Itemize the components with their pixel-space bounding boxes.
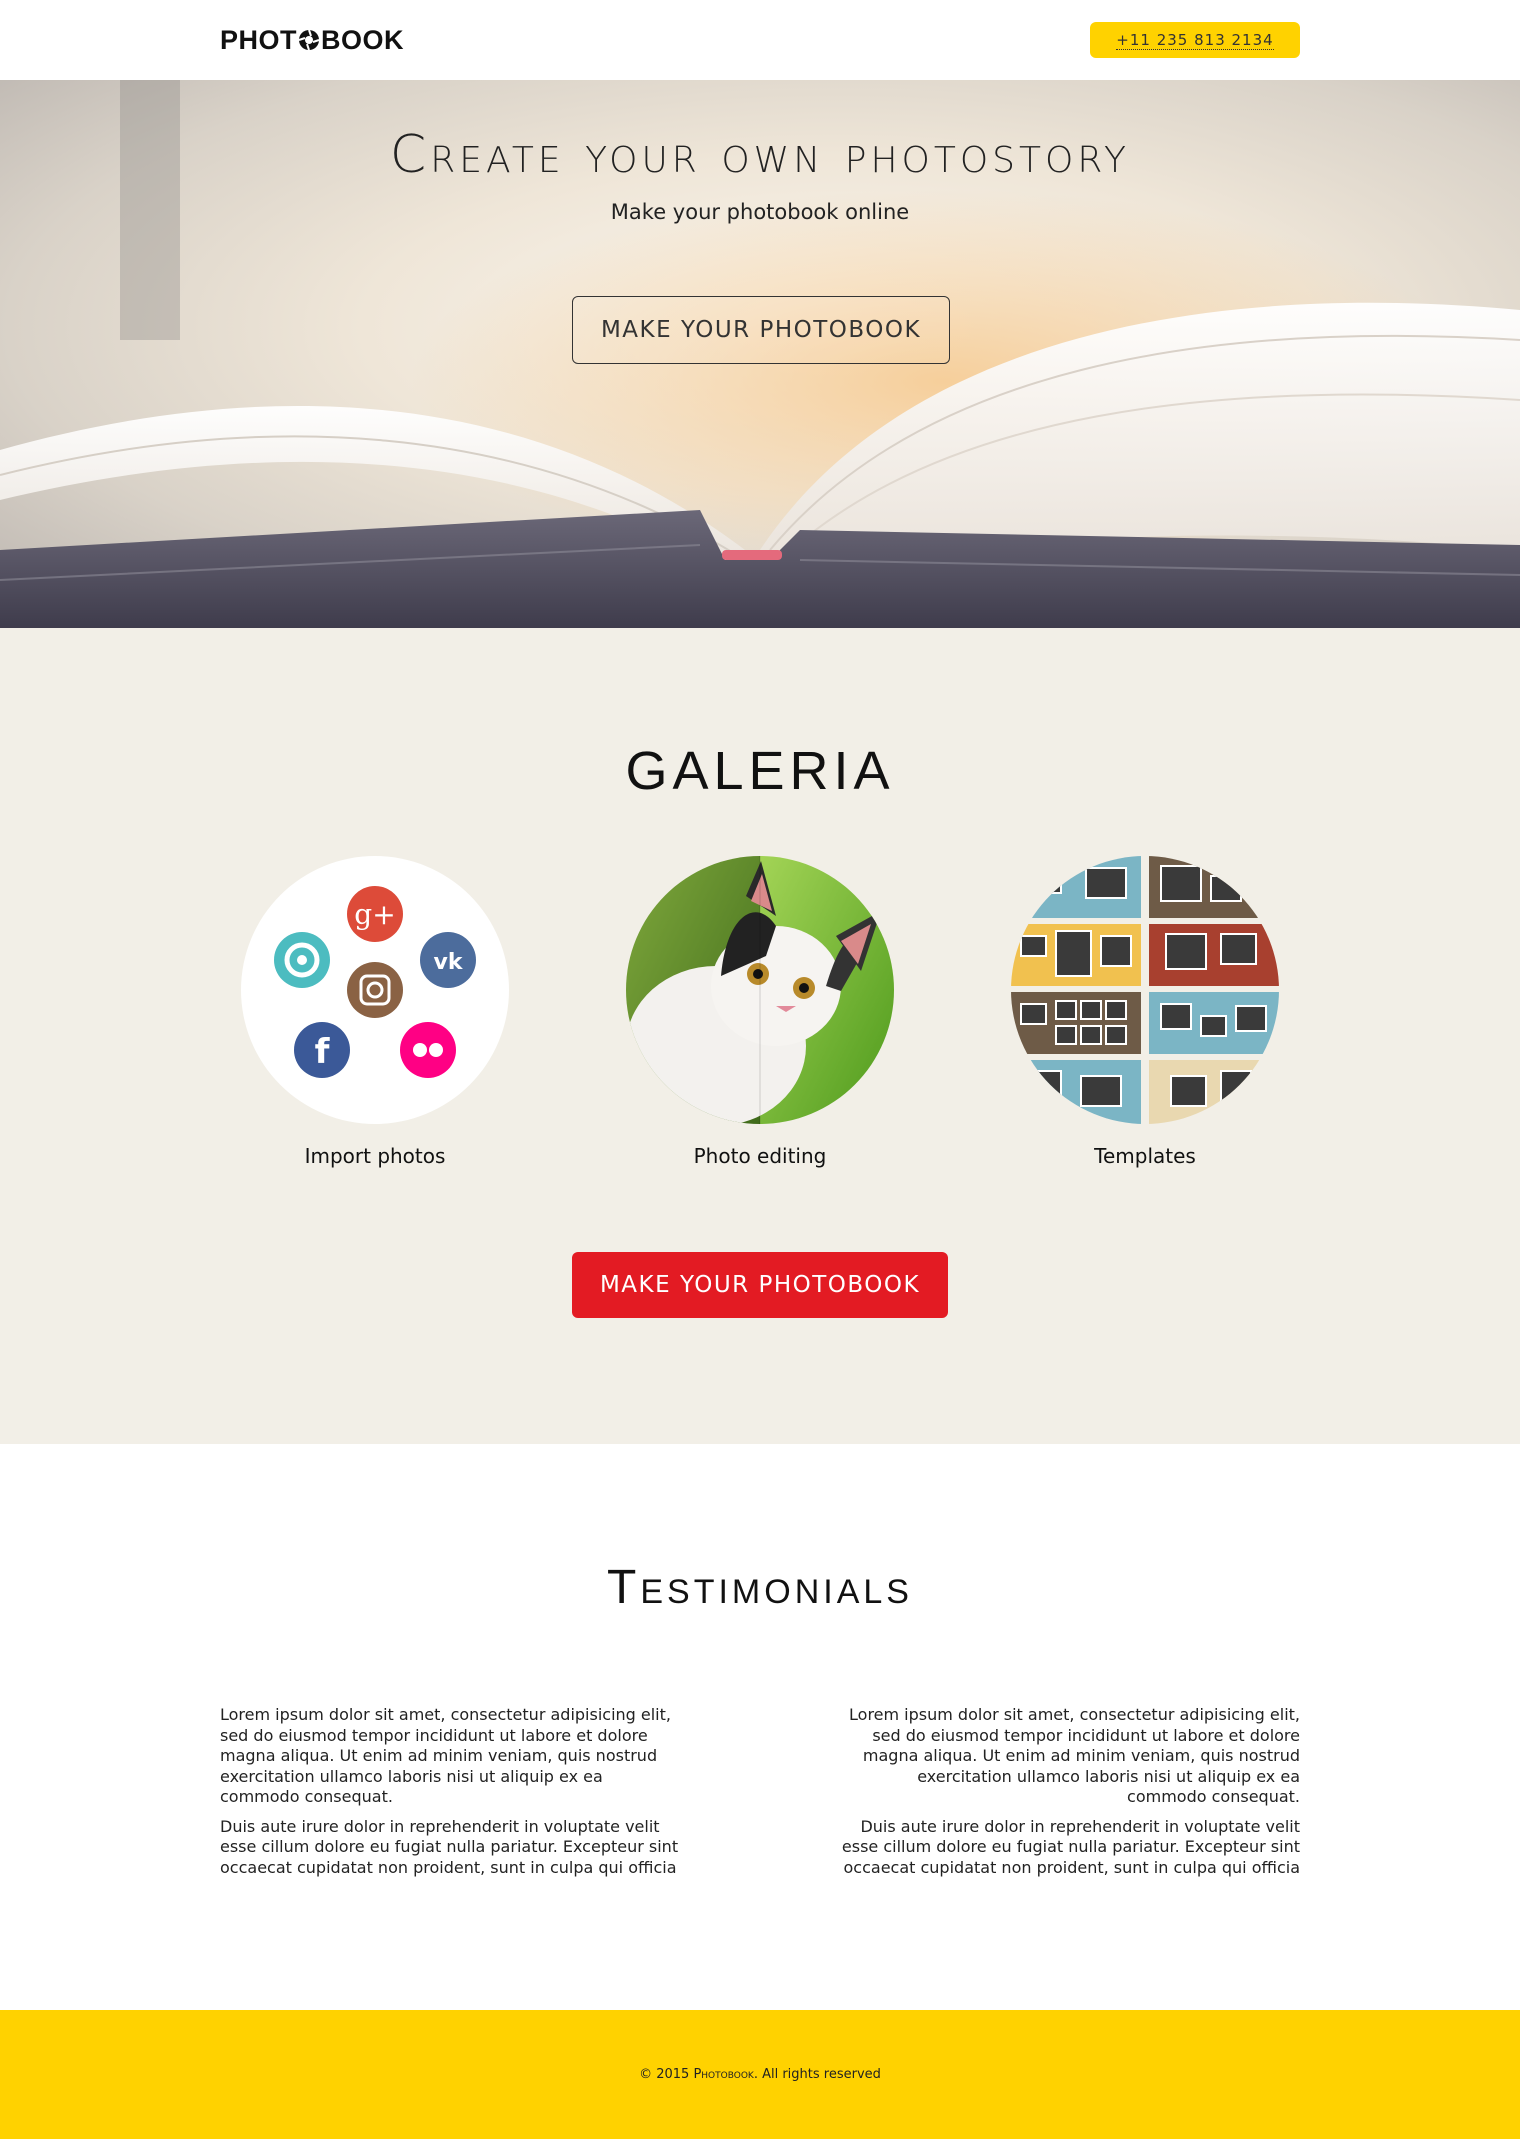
google-plus-icon: g+ [347,886,403,942]
facebook-icon: f [294,1022,350,1078]
testimonials-section: Testimonials Lorem ipsum dolor sit amet,… [0,1444,1520,2010]
kitten-photo-image [626,856,894,1124]
logo-text-left: PHOT [220,24,298,55]
feature-templates[interactable]: Templates [1011,856,1279,1168]
feature-label: Templates [1094,1144,1196,1168]
logo[interactable]: PHOT BOOK [220,25,404,56]
flickr-icon [400,1022,456,1078]
logo-text-right: BOOK [321,24,405,55]
instagram-icon [347,962,403,1018]
svg-text:g+: g+ [354,898,395,931]
hero-section: Create your own photostory Make your pho… [0,80,1520,628]
site-header: PHOT BOOK +11 235 813 2134 [0,0,1520,80]
testimonial-paragraph: Lorem ipsum dolor sit amet, consectetur … [220,1705,671,1806]
aperture-icon [274,932,330,988]
copyright-text: © 2015 Photobook. All rights reserved [639,2067,881,2082]
testimonials-title: Testimonials [607,1561,913,1614]
svg-text:vk: vk [434,950,464,975]
galeria-section: GALERIA g+ vk f Import photos Photo edit… [0,628,1520,1444]
copyright-prefix: © 2015 [639,2067,694,2082]
feature-label: Import photos [304,1144,446,1168]
make-photobook-outline-button[interactable]: MAKE YOUR PHOTOBOOK [572,296,950,364]
testimonial-right: Lorem ipsum dolor sit amet, consectetur … [840,1705,1300,1887]
testimonial-paragraph: Lorem ipsum dolor sit amet, consectetur … [849,1705,1300,1806]
testimonial-paragraph: Duis aute irure dolor in reprehenderit i… [841,1816,1300,1877]
features-row: g+ vk f Import photos Photo editing Temp… [0,856,1520,1176]
vk-icon: vk [420,932,476,988]
phone-number[interactable]: +11 235 813 2134 [1116,31,1274,50]
svg-text:f: f [315,1032,331,1072]
templates-collage-image [1011,856,1279,1124]
feature-import-photos[interactable]: g+ vk f Import photos [241,856,509,1168]
hero-title: Create your own photostory [389,125,1131,185]
copyright-suffix: . All rights reserved [753,2067,881,2082]
site-footer: © 2015 Photobook. All rights reserved [0,2010,1520,2139]
make-photobook-red-button[interactable]: MAKE YOUR PHOTOBOOK [572,1252,948,1318]
feature-photo-editing[interactable]: Photo editing [626,856,894,1168]
feature-label: Photo editing [693,1144,827,1168]
testimonial-left: Lorem ipsum dolor sit amet, consectetur … [220,1705,680,1887]
aperture-logo-icon [298,29,320,51]
hero-subtitle: Make your photobook online [610,200,910,224]
phone-button[interactable]: +11 235 813 2134 [1090,22,1300,58]
import-photos-image: g+ vk f [241,856,509,1124]
galeria-title: GALERIA [625,741,895,801]
testimonial-paragraph: Duis aute irure dolor in reprehenderit i… [220,1816,679,1877]
copyright-brand: Photobook [693,2067,754,2082]
